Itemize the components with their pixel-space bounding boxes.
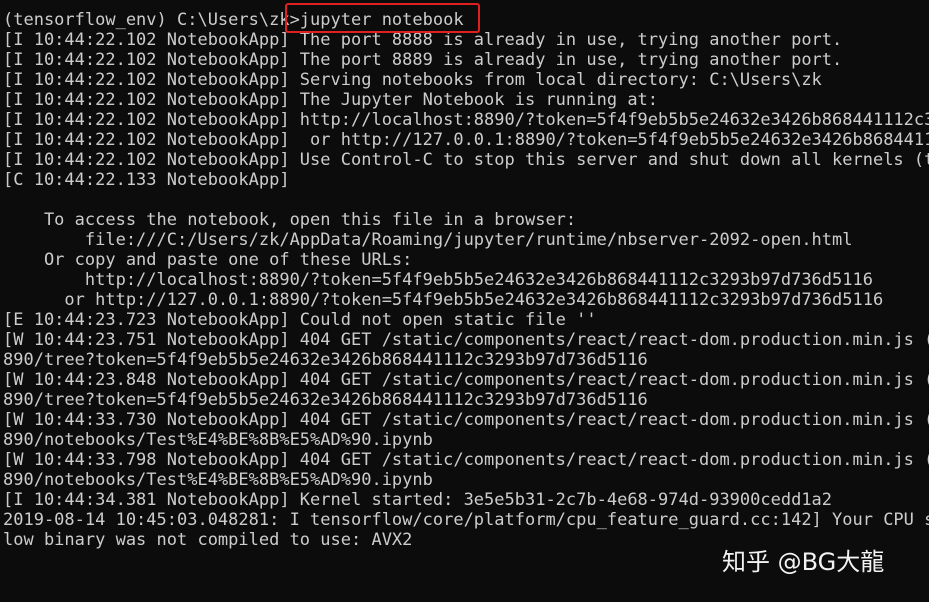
info-line: Or copy and paste one of these URLs:: [3, 250, 413, 270]
terminal-window[interactable]: (tensorflow_env) C:\Users\zk>jupyter not…: [0, 0, 929, 602]
log-line: [C 10:44:22.133 NotebookApp]: [3, 170, 290, 190]
terminal-output: (tensorflow_env) C:\Users\zk>jupyter not…: [3, 10, 929, 550]
log-line: 2019-08-14 10:45:03.048281: I tensorflow…: [3, 510, 929, 530]
watermark: 知乎 @BG大龍: [722, 548, 885, 576]
log-line: [I 10:44:22.102 NotebookApp] http://loca…: [3, 110, 929, 130]
log-line: [I 10:44:22.102 NotebookApp] or http://1…: [3, 130, 929, 150]
log-line: [I 10:44:22.102 NotebookApp] The Jupyter…: [3, 90, 659, 110]
url-line: http://localhost:8890/?token=5f4f9eb5b5e…: [3, 270, 873, 290]
log-line: 890/notebooks/Test%E4%BE%8B%E5%AD%90.ipy…: [3, 430, 433, 450]
log-line: [I 10:44:22.102 NotebookApp] Serving not…: [3, 70, 822, 90]
log-line: [I 10:44:22.102 NotebookApp] Use Control…: [3, 150, 929, 170]
log-line: 890/notebooks/Test%E4%BE%8B%E5%AD%90.ipy…: [3, 470, 433, 490]
log-line: [I 10:44:22.102 NotebookApp] The port 88…: [3, 50, 843, 70]
log-line: [W 10:44:33.798 NotebookApp] 404 GET /st…: [3, 450, 929, 470]
log-line: 890/tree?token=5f4f9eb5b5e24632e3426b868…: [3, 350, 648, 370]
log-line: [I 10:44:22.102 NotebookApp] The port 88…: [3, 30, 843, 50]
info-line: To access the notebook, open this file i…: [3, 210, 577, 230]
log-line: 890/tree?token=5f4f9eb5b5e24632e3426b868…: [3, 390, 648, 410]
log-line: [I 10:44:34.381 NotebookApp] Kernel star…: [3, 490, 833, 510]
prompt-line: (tensorflow_env) C:\Users\zk>jupyter not…: [3, 10, 464, 30]
url-line: or http://127.0.0.1:8890/?token=5f4f9eb5…: [3, 290, 884, 310]
log-line: [W 10:44:23.751 NotebookApp] 404 GET /st…: [3, 330, 929, 350]
log-line: [E 10:44:23.723 NotebookApp] Could not o…: [3, 310, 597, 330]
log-line: [W 10:44:23.848 NotebookApp] 404 GET /st…: [3, 370, 929, 390]
log-line: [W 10:44:33.730 NotebookApp] 404 GET /st…: [3, 410, 929, 430]
file-url-line: file:///C:/Users/zk/AppData/Roaming/jupy…: [3, 230, 853, 250]
